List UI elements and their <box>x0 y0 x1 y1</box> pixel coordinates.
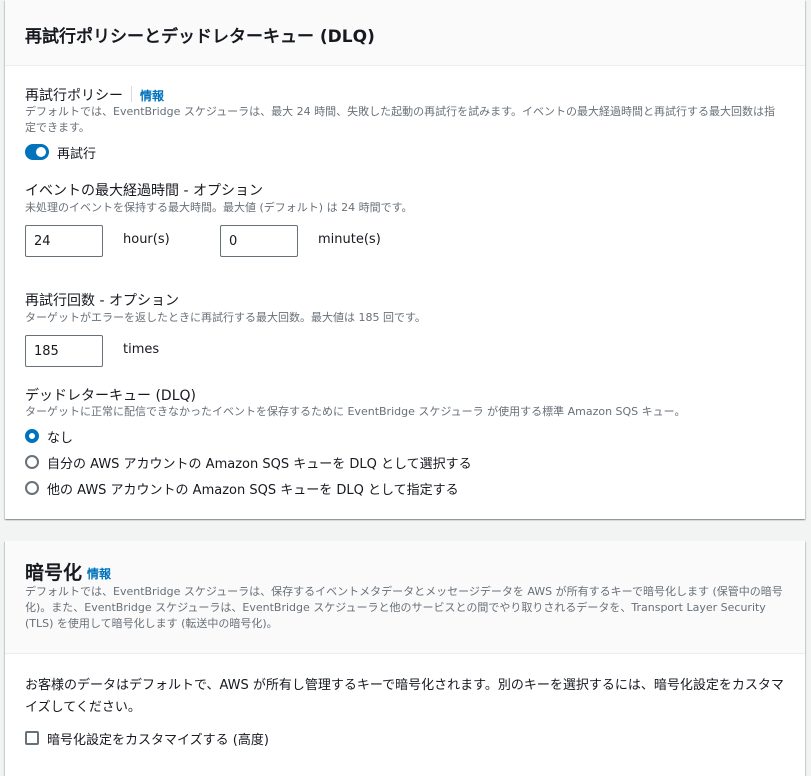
dlq-description: ターゲットに正常に配信できなかったイベントを保存するために EventBridg… <box>25 405 686 418</box>
retry-dlq-panel: 再試行ポリシーとデッドレターキュー (DLQ) 再試行ポリシー 情報 デフォルト… <box>5 0 805 519</box>
max-age-label: イベントの最大経過時間 - オプション <box>25 183 263 199</box>
dlq-label: デッドレターキュー (DLQ) <box>25 388 196 404</box>
dlq-option-none-radio[interactable] <box>25 429 39 443</box>
dlq-option-other-account-label[interactable]: 他の AWS アカウントの Amazon SQS キューを DLQ として指定す… <box>47 479 459 498</box>
retry-toggle[interactable] <box>25 144 49 160</box>
times-unit: times <box>123 342 160 357</box>
encryption-description: デフォルトでは、EventBridge スケジューラは、保存するイベントメタデー… <box>25 585 783 630</box>
toggle-knob <box>36 147 46 157</box>
retry-policy-description: デフォルトでは、EventBridge スケジューラは、最大 24 時間、失敗し… <box>25 105 775 134</box>
retry-dlq-header: 再試行ポリシーとデッドレターキュー (DLQ) <box>5 0 805 66</box>
encryption-info-link[interactable]: 情報 <box>87 565 111 582</box>
max-age-hours-input[interactable] <box>25 225 103 257</box>
dlq-option-own-account-radio[interactable] <box>25 455 39 469</box>
dlq-option-none-label[interactable]: なし <box>47 427 73 446</box>
retry-toggle-label: 再試行 <box>57 147 97 162</box>
retry-dlq-title: 再試行ポリシーとデッドレターキュー (DLQ) <box>25 27 375 47</box>
retry-count-input[interactable] <box>25 335 103 367</box>
encryption-title: 暗号化 <box>25 562 83 584</box>
encryption-body-text: お客様のデータはデフォルトで、AWS が所有し管理するキーで暗号化されます。別の… <box>25 678 784 715</box>
customize-encryption-checkbox[interactable] <box>25 731 39 745</box>
label-divider <box>131 86 132 102</box>
encryption-panel: 暗号化 情報 デフォルトでは、EventBridge スケジューラは、保存するイ… <box>5 541 805 776</box>
minutes-unit: minute(s) <box>318 232 381 247</box>
encryption-header: 暗号化 情報 デフォルトでは、EventBridge スケジューラは、保存するイ… <box>5 541 805 654</box>
dlq-option-own-account-label[interactable]: 自分の AWS アカウントの Amazon SQS キューを DLQ として選択… <box>47 453 472 472</box>
customize-encryption-label[interactable]: 暗号化設定をカスタマイズする (高度) <box>47 729 269 748</box>
retry-policy-label: 再試行ポリシー <box>25 88 123 104</box>
retry-policy-info-link[interactable]: 情報 <box>140 87 164 104</box>
retry-count-label: 再試行回数 - オプション <box>25 293 179 309</box>
dlq-option-other-account-radio[interactable] <box>25 481 39 495</box>
hours-unit: hour(s) <box>123 232 170 247</box>
max-age-description: 未処理のイベントを保持する最大時間。最大値 (デフォルト) は 24 時間です。 <box>25 201 413 214</box>
retry-count-description: ターゲットがエラーを返したときに再試行する最大回数。最大値は 185 回です。 <box>25 311 426 324</box>
max-age-minutes-input[interactable] <box>220 225 298 257</box>
